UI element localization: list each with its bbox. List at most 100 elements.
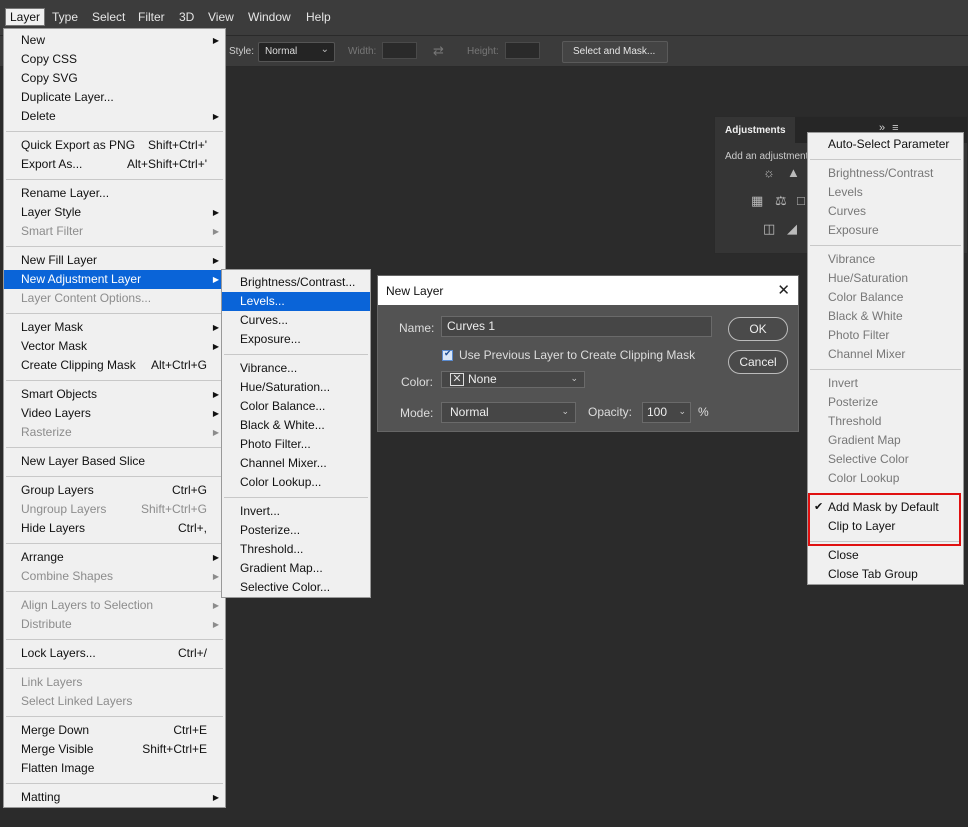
menu-item-copy-css[interactable]: Copy CSS (4, 50, 225, 69)
close-icon[interactable]: ✕ (777, 281, 790, 299)
menu-item-new-fill-layer[interactable]: New Fill Layer ▶ (4, 251, 225, 270)
shortcut: Alt+Shift+Ctrl+' (127, 157, 207, 171)
panel-menu-selective-color: Selective Color (828, 452, 909, 466)
panel-menu-close[interactable]: Close (808, 546, 963, 565)
panel-menu-auto-select[interactable]: Auto-Select Parameter (808, 135, 963, 154)
submenu-item-gradient-map[interactable]: Gradient Map... (222, 559, 370, 578)
menu-item-layer-content-options: Layer Content Options... (21, 291, 152, 305)
swap-icon[interactable]: ⇄ (433, 43, 444, 59)
menu-view[interactable]: View (208, 10, 234, 24)
menu-item-delete[interactable]: Delete ▶ (4, 107, 225, 126)
channel-mixer-icon[interactable]: ▦ (751, 193, 763, 209)
menu-item-layer-style[interactable]: Layer Style ▶ (4, 203, 225, 222)
mode-label: Mode: (400, 406, 434, 420)
divider (6, 313, 223, 314)
photo-filter-icon[interactable]: □ (797, 193, 805, 208)
menu-item-rename-layer[interactable]: Rename Layer... (4, 184, 225, 203)
submenu-arrow-icon: ▶ (212, 36, 219, 45)
menu-item-rasterize: Rasterize ▶ (4, 423, 225, 442)
menu-type[interactable]: Type (52, 10, 78, 24)
menu-item-matting[interactable]: Matting ▶ (4, 788, 225, 807)
menu-item-smart-objects[interactable]: Smart Objects ▶ (4, 385, 225, 404)
submenu-item-exposure[interactable]: Exposure... (222, 330, 370, 349)
submenu-item-brightness-contrast[interactable]: Brightness/Contrast... (222, 273, 370, 292)
panel-menu-close-tab-group[interactable]: Close Tab Group (808, 565, 963, 584)
brightness-icon[interactable]: ☼ (763, 165, 775, 180)
submenu-item-threshold[interactable]: Threshold... (222, 540, 370, 559)
menu-item-arrange[interactable]: Arrange ▶ (4, 548, 225, 567)
mode-dropdown[interactable]: Normal ⌄ (441, 402, 576, 423)
item-label: Combine Shapes (21, 569, 114, 583)
style-dropdown[interactable]: Normal ⌄ (258, 42, 335, 62)
select-and-mask-button[interactable]: Select and Mask... (562, 41, 668, 63)
divider (6, 131, 223, 132)
menu-select[interactable]: Select (92, 10, 125, 24)
submenu-arrow-icon: ▶ (212, 601, 219, 610)
submenu-item-selective-color[interactable]: Selective Color... (222, 578, 370, 597)
panel-menu-black-white: Black & White (828, 309, 903, 323)
submenu-item-hue-saturation[interactable]: Hue/Saturation... (222, 378, 370, 397)
submenu-item-photo-filter[interactable]: Photo Filter... (222, 435, 370, 454)
item-label: Layer Style (21, 205, 82, 219)
cancel-button[interactable]: Cancel (728, 350, 788, 374)
menu-item-copy-svg[interactable]: Copy SVG (4, 69, 225, 88)
menu-item-combine-shapes: Combine Shapes ▶ (4, 567, 225, 586)
ok-button[interactable]: OK (728, 317, 788, 341)
menu-item-new-adjustment-layer[interactable]: New Adjustment Layer ▶ (4, 270, 225, 289)
submenu-item-channel-mixer[interactable]: Channel Mixer... (222, 454, 370, 473)
item-label: Distribute (21, 617, 72, 631)
menu-item-export-as[interactable]: Export As... Alt+Shift+Ctrl+' (4, 155, 225, 174)
menu-item-merge-visible[interactable]: Merge Visible Shift+Ctrl+E (4, 740, 225, 759)
item-label: Smart Objects (21, 387, 98, 401)
panel-menu-threshold: Threshold (828, 414, 882, 428)
menu-item-new[interactable]: New ▶ (4, 31, 225, 50)
menu-window[interactable]: Window (248, 10, 291, 24)
item-label: Matting (21, 790, 61, 804)
levels-icon[interactable]: ▲ (787, 165, 800, 180)
menu-item-hide-layers[interactable]: Hide Layers Ctrl+, (4, 519, 225, 538)
menu-filter[interactable]: Filter (138, 10, 165, 24)
mode-value: Normal (450, 405, 489, 419)
menu-item-video-layers[interactable]: Video Layers ▶ (4, 404, 225, 423)
width-input[interactable] (382, 42, 417, 59)
submenu-item-curves[interactable]: Curves... (222, 311, 370, 330)
submenu-item-levels[interactable]: Levels... (222, 292, 370, 311)
submenu-item-black-white[interactable]: Black & White... (222, 416, 370, 435)
panel-menu-color-balance: Color Balance (828, 290, 904, 304)
menu-item-group-layers[interactable]: Group Layers Ctrl+G (4, 481, 225, 500)
submenu-arrow-icon: ▶ (212, 793, 219, 802)
shortcut: Shift+Ctrl+E (142, 742, 207, 756)
height-input[interactable] (505, 42, 540, 59)
color-dropdown[interactable]: ✕ None ⌄ (441, 371, 585, 388)
menu-item-layer-mask[interactable]: Layer Mask ▶ (4, 318, 225, 337)
shortcut: Ctrl+E (173, 723, 207, 737)
submenu-item-color-lookup[interactable]: Color Lookup... (222, 473, 370, 492)
name-field[interactable]: Curves 1 (441, 316, 712, 337)
color-balance-icon[interactable]: ⚖ (775, 193, 787, 209)
menu-item-new-layer-based-slice[interactable]: New Layer Based Slice (4, 452, 225, 471)
menu-item-duplicate-layer[interactable]: Duplicate Layer... (4, 88, 225, 107)
menu-item-vector-mask[interactable]: Vector Mask ▶ (4, 337, 225, 356)
menu-3d[interactable]: 3D (179, 10, 194, 24)
menu-item-merge-down[interactable]: Merge Down Ctrl+E (4, 721, 225, 740)
menu-item-flatten-image[interactable]: Flatten Image (4, 759, 225, 778)
submenu-item-invert[interactable]: Invert... (222, 502, 370, 521)
threshold-icon[interactable]: ◢ (787, 221, 797, 237)
menu-item-lock-layers[interactable]: Lock Layers... Ctrl+/ (4, 644, 225, 663)
menu-item-quick-export[interactable]: Quick Export as PNG Shift+Ctrl+' (4, 136, 225, 155)
submenu-item-vibrance[interactable]: Vibrance... (222, 359, 370, 378)
menu-item-create-clipping-mask[interactable]: Create Clipping Mask Alt+Ctrl+G (4, 356, 225, 375)
opacity-field[interactable]: 100 ⌄ (642, 402, 691, 423)
panel-menu-curves: Curves (828, 204, 867, 218)
submenu-arrow-icon: ▶ (212, 275, 219, 284)
submenu-arrow-icon: ▶ (212, 112, 219, 121)
tab-adjustments[interactable]: Adjustments (715, 117, 795, 143)
submenu-item-posterize[interactable]: Posterize... (222, 521, 370, 540)
menu-help[interactable]: Help (306, 10, 331, 24)
panel-menu-channel-mixer: Channel Mixer (828, 347, 906, 361)
invert-icon[interactable]: ◫ (763, 221, 775, 237)
item-label: Export As... (21, 157, 83, 171)
submenu-item-color-balance[interactable]: Color Balance... (222, 397, 370, 416)
clipping-mask-checkbox[interactable] (442, 348, 453, 361)
menu-layer[interactable]: Layer (5, 8, 46, 26)
